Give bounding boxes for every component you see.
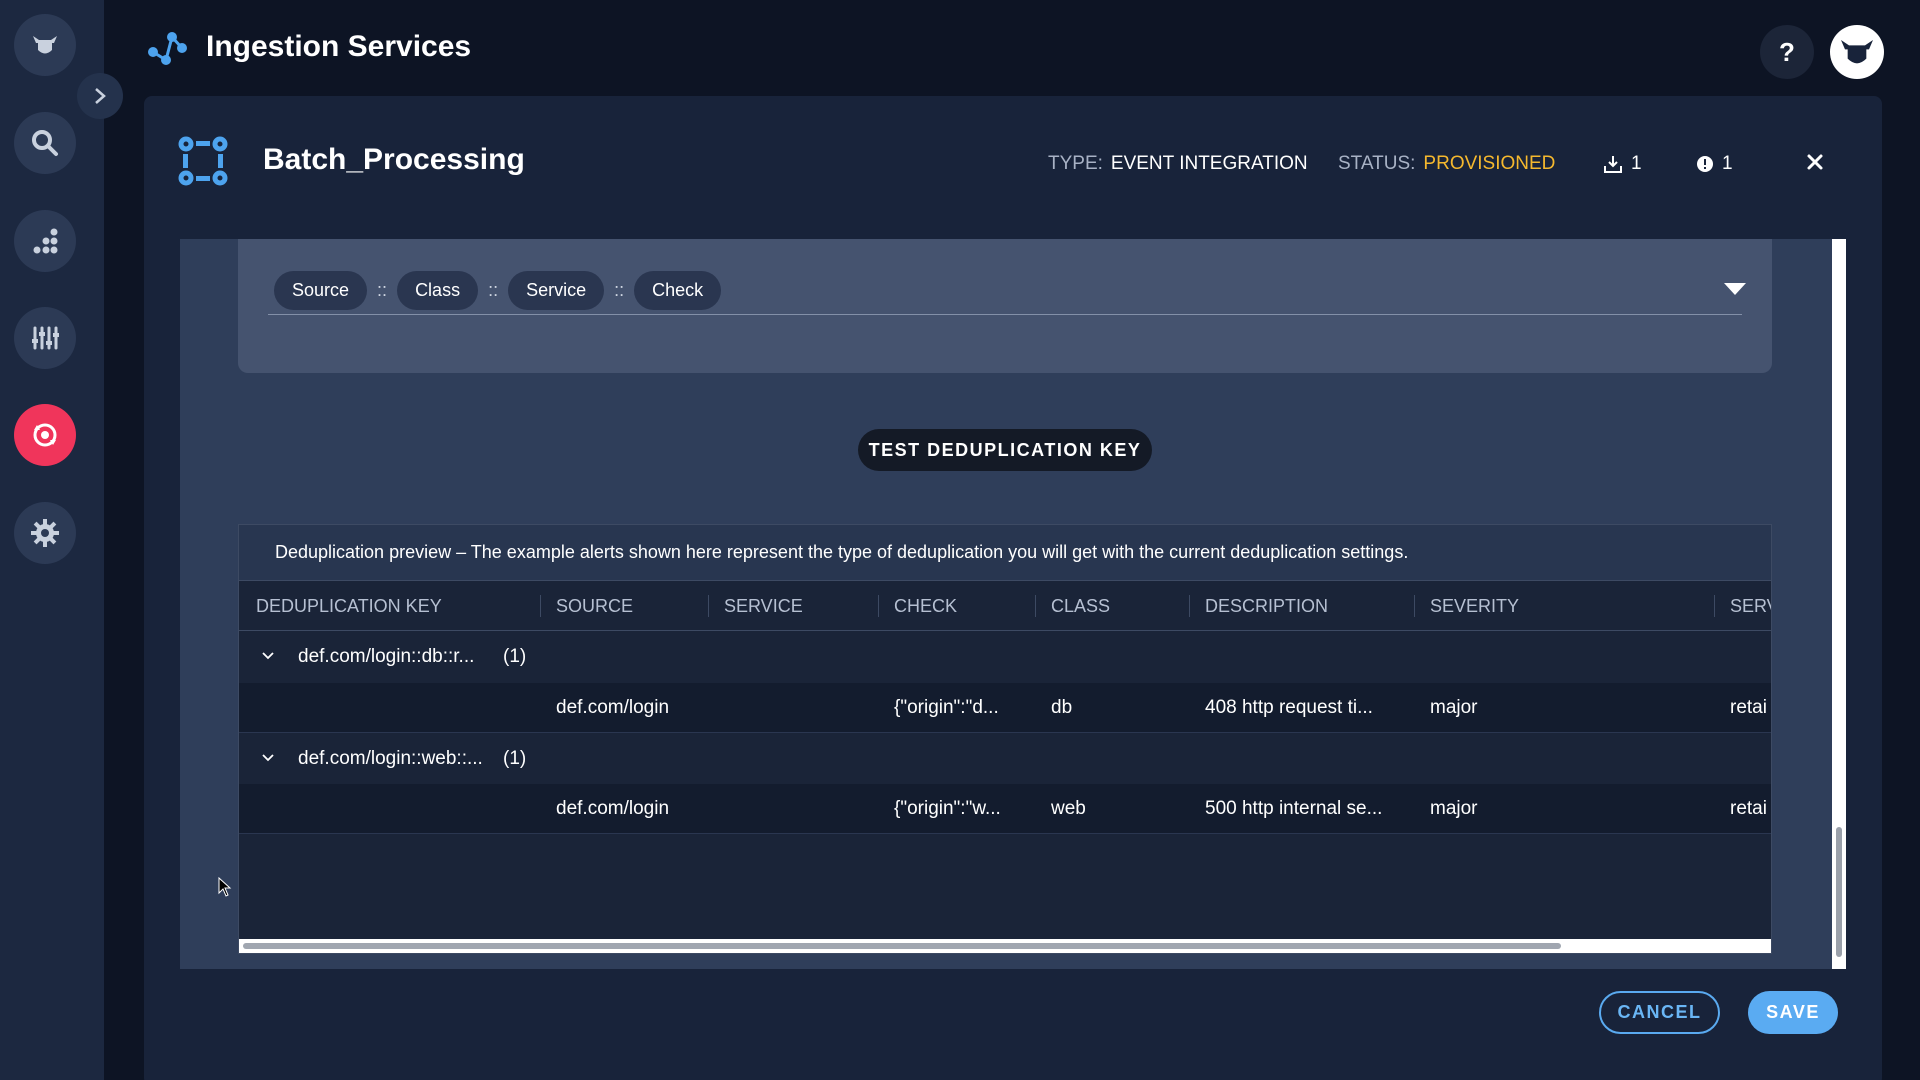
chip-separator: :: — [488, 280, 499, 300]
analytics-icon — [33, 228, 58, 254]
group-count: (1) — [503, 748, 527, 769]
col-severity[interactable]: SEVERITY — [1414, 581, 1519, 631]
dropdown-caret-icon[interactable] — [1724, 283, 1746, 295]
test-dedup-key-button[interactable]: TEST DEDUPLICATION KEY — [858, 429, 1152, 471]
vertical-scrollbar[interactable] — [1832, 239, 1846, 969]
col-description[interactable]: DESCRIPTION — [1189, 581, 1328, 631]
table-row[interactable]: def.com/login {"origin":"d... db 408 htt… — [239, 683, 1771, 733]
cell-check: {"origin":"d... — [894, 697, 999, 718]
integrations-icon — [33, 423, 57, 447]
user-avatar[interactable] — [1830, 25, 1884, 79]
save-button[interactable]: SAVE — [1748, 991, 1838, 1034]
bull-logo-icon — [33, 36, 57, 54]
cell-serv: retai — [1730, 697, 1767, 718]
chip-check[interactable]: Check — [634, 271, 722, 310]
chip-source[interactable]: Source — [274, 271, 368, 310]
download-count[interactable]: 1 — [1603, 153, 1642, 175]
status-label: STATUS: — [1338, 153, 1416, 174]
cancel-button[interactable]: CANCEL — [1599, 991, 1720, 1034]
table-row[interactable]: def.com/login {"origin":"w... web 500 ht… — [239, 784, 1771, 834]
chevron-down-icon[interactable] — [261, 751, 275, 765]
type-label: TYPE: — [1048, 153, 1103, 174]
help-button[interactable]: ? — [1760, 25, 1814, 79]
integration-title: Batch_Processing — [263, 143, 525, 176]
cell-description: 408 http request ti... — [1205, 697, 1373, 718]
col-check[interactable]: CHECK — [878, 581, 957, 631]
left-rail — [0, 0, 104, 1080]
group-key: def.com/login::db::r... — [298, 646, 475, 667]
chip-separator: :: — [614, 280, 625, 300]
chevron-right-icon — [95, 88, 106, 104]
app-title: Ingestion Services — [206, 30, 472, 63]
cell-class: web — [1051, 798, 1086, 819]
cell-source: def.com/login — [556, 798, 670, 819]
settings-sliders-nav-button[interactable] — [14, 307, 76, 369]
dedup-key-chips: Source :: Class :: Service :: Check — [274, 271, 722, 310]
bull-avatar-icon — [1841, 40, 1873, 64]
cell-class: db — [1051, 697, 1073, 718]
gear-icon — [31, 519, 59, 547]
group-row[interactable]: def.com/login::web::... (1) — [239, 734, 1771, 784]
settings-nav-button[interactable] — [14, 502, 76, 564]
expand-sidebar-button[interactable] — [77, 73, 123, 119]
cell-description: 500 http internal se... — [1205, 798, 1383, 819]
col-dedup-key[interactable]: DEDUPLICATION KEY — [256, 581, 442, 631]
search-nav-button[interactable] — [14, 112, 76, 174]
status-meta: STATUS: PROVISIONED — [1338, 153, 1555, 175]
integration-panel: Batch_Processing TYPE: EVENT INTEGRATION… — [144, 96, 1882, 1080]
col-source[interactable]: SOURCE — [540, 581, 633, 631]
integration-type-icon — [178, 136, 228, 186]
chip-service[interactable]: Service — [508, 271, 605, 310]
type-value: EVENT INTEGRATION — [1110, 153, 1308, 174]
alert-icon — [1697, 156, 1713, 172]
table-header: DEDUPLICATION KEY SOURCE SERVICE CHECK C… — [239, 581, 1771, 631]
dedup-key-underline — [268, 314, 1742, 315]
cell-severity: major — [1430, 798, 1478, 819]
dedup-settings-content[interactable]: Source :: Class :: Service :: Check TEST… — [180, 239, 1846, 969]
alert-count[interactable]: 1 — [1696, 153, 1733, 175]
ingestion-logo-icon — [148, 32, 187, 65]
cell-serv: retai — [1730, 798, 1767, 819]
type-meta: TYPE: EVENT INTEGRATION — [1048, 153, 1308, 175]
search-icon — [32, 130, 58, 156]
col-serv[interactable]: SERV — [1714, 581, 1771, 631]
close-icon[interactable] — [1801, 148, 1829, 176]
analytics-nav-button[interactable] — [14, 210, 76, 272]
cell-severity: major — [1430, 697, 1478, 718]
col-class[interactable]: CLASS — [1035, 581, 1110, 631]
dedup-preview-table: Deduplication preview – The example aler… — [238, 524, 1772, 954]
cell-source: def.com/login — [556, 697, 670, 718]
status-value: PROVISIONED — [1423, 153, 1556, 174]
group-key: def.com/login::web::... — [298, 748, 483, 769]
mouse-cursor-icon — [218, 877, 232, 897]
horizontal-scroll-thumb[interactable] — [243, 943, 1561, 949]
preview-note: Deduplication preview – The example aler… — [239, 525, 1771, 581]
integrations-nav-button[interactable] — [14, 404, 76, 466]
group-count: (1) — [503, 646, 527, 667]
col-service[interactable]: SERVICE — [708, 581, 803, 631]
chip-class[interactable]: Class — [397, 271, 479, 310]
home-logo-button[interactable] — [14, 14, 76, 76]
chip-separator: :: — [377, 280, 388, 300]
sliders-icon — [32, 326, 59, 350]
cell-check: {"origin":"w... — [894, 798, 1001, 819]
vertical-scroll-thumb[interactable] — [1836, 827, 1842, 957]
dedup-key-box: Source :: Class :: Service :: Check — [238, 239, 1772, 373]
horizontal-scrollbar[interactable] — [239, 939, 1771, 953]
chevron-down-icon[interactable] — [261, 649, 275, 663]
group-row[interactable]: def.com/login::db::r... (1) — [239, 632, 1771, 682]
help-icon: ? — [1779, 36, 1795, 67]
download-icon — [1604, 156, 1622, 173]
